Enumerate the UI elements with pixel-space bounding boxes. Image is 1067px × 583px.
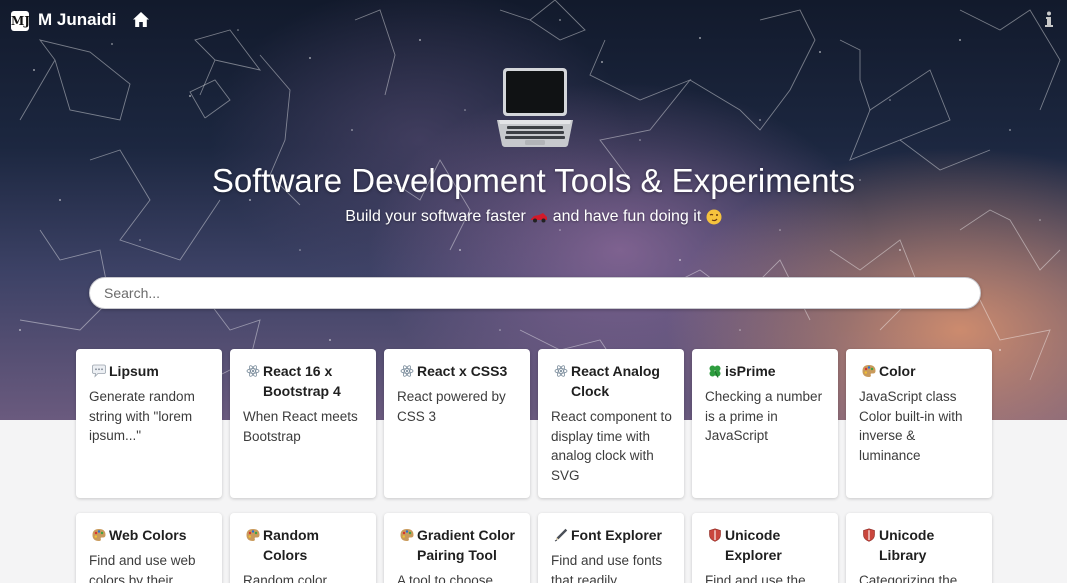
palette-icon <box>862 365 876 377</box>
tool-card-font-explorer[interactable]: Font Explorer Find and use fonts that re… <box>538 513 684 583</box>
tool-card-random-colors[interactable]: Random Colors Random color schemes <box>230 513 376 583</box>
shield-icon <box>863 528 875 542</box>
tool-card-gradient-color-pairing[interactable]: Gradient Color Pairing Tool A tool to ch… <box>384 513 530 583</box>
shield-icon <box>709 528 721 542</box>
subtitle-text-2: and have fun doing it <box>552 208 702 225</box>
info-icon[interactable] <box>1044 11 1054 27</box>
tool-card-isprime[interactable]: isPrime Checking a number is a prime in … <box>692 349 838 498</box>
pen-icon <box>554 528 568 542</box>
tool-card-unicode-explorer[interactable]: Unicode Explorer Find and use the <box>692 513 838 583</box>
four-leaf-clover-icon <box>709 365 721 378</box>
card-title: Color <box>879 363 916 379</box>
tool-card-react-css3[interactable]: React x CSS3 React powered by CSS 3 <box>384 349 530 498</box>
race-car-icon <box>531 212 548 223</box>
tool-card-color[interactable]: Color JavaScript class Color built-in wi… <box>846 349 992 498</box>
tool-card-react-analog-clock[interactable]: React Analog Clock React component to di… <box>538 349 684 498</box>
react-atom-icon <box>554 365 568 377</box>
card-description: JavaScript class Color built-in with inv… <box>859 389 963 463</box>
winking-face-icon <box>706 209 722 225</box>
tool-card-lipsum[interactable]: Lipsum Generate random string with "lore… <box>76 349 222 498</box>
card-title: React Analog Clock <box>571 363 660 399</box>
palette-icon <box>400 529 414 541</box>
card-title: Random Colors <box>263 527 319 563</box>
subtitle-text-1: Build your software faster <box>345 208 526 225</box>
tool-card-unicode-library[interactable]: Unicode Library Categorizing the <box>846 513 992 583</box>
card-description: Checking a number is a prime in JavaScri… <box>705 389 823 443</box>
page-subtitle: Build your software faster and have fun … <box>0 208 1067 226</box>
card-title: React x CSS3 <box>417 363 508 379</box>
tool-card-web-colors[interactable]: Web Colors Find and use web colors by th… <box>76 513 222 583</box>
home-icon[interactable] <box>132 11 150 29</box>
card-description: Find and use the <box>705 573 806 583</box>
site-logo[interactable]: MJ <box>11 11 30 31</box>
card-title: Lipsum <box>109 363 159 379</box>
palette-icon <box>246 529 260 541</box>
card-title: isPrime <box>725 363 776 379</box>
brand-name[interactable]: M Junaidi <box>38 10 116 30</box>
card-description: Categorizing the <box>859 573 958 583</box>
card-description: A tool to choose <box>397 573 494 583</box>
search-input[interactable] <box>89 277 981 309</box>
react-atom-icon <box>246 365 260 377</box>
palette-icon <box>92 529 106 541</box>
card-title: Font Explorer <box>571 527 663 543</box>
page-title: Software Development Tools & Experiments <box>211 162 856 199</box>
navbar: MJ M Junaidi <box>0 0 1067 40</box>
card-title: Web Colors <box>109 527 187 543</box>
react-atom-icon <box>400 365 414 377</box>
card-title: Unicode Explorer <box>725 527 782 563</box>
card-description: Generate random string with "lorem ipsum… <box>89 389 195 443</box>
card-description: React powered by CSS 3 <box>397 389 506 424</box>
tool-card-react-bootstrap[interactable]: React 16 x Bootstrap 4 When React meets … <box>230 349 376 498</box>
card-title: Unicode Library <box>879 527 935 563</box>
laptop-icon <box>497 68 573 147</box>
card-description: React component to display time with ana… <box>551 409 672 483</box>
card-title: Gradient Color Pairing Tool <box>417 527 516 563</box>
card-description: Find and use fonts that readily <box>551 553 663 583</box>
card-description: When React meets Bootstrap <box>243 409 358 444</box>
card-title: React 16 x Bootstrap 4 <box>263 363 341 399</box>
card-description: Random color schemes <box>243 573 328 583</box>
speech-bubble-icon <box>92 364 106 378</box>
card-description: Find and use web colors by their <box>89 553 196 583</box>
